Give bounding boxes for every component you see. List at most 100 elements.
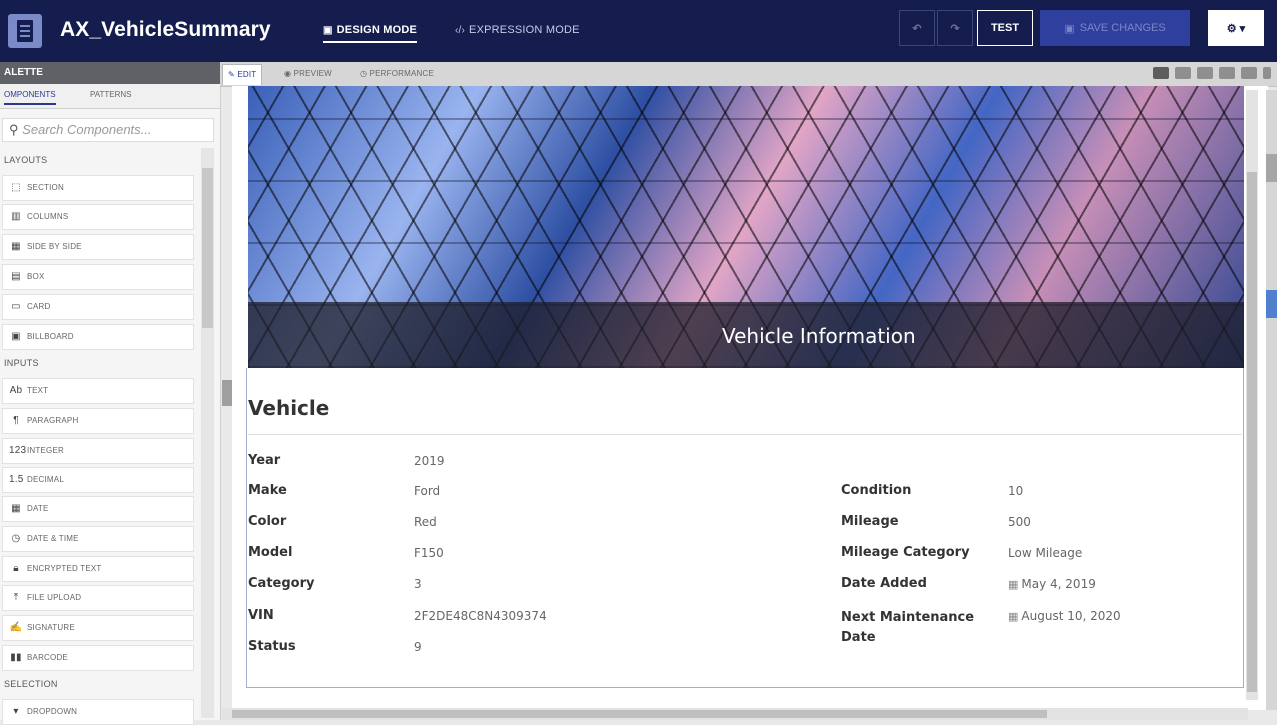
section-layouts: LAYOUTS <box>4 155 48 165</box>
palette-item-signature[interactable]: ✍ SIGNATURE <box>2 615 194 641</box>
tab-edit[interactable]: ✎ EDIT <box>222 64 263 85</box>
interface-canvas: Vehicle Information Vehicle Year 2019 Ma… <box>232 86 1268 710</box>
palette-collapse-handle[interactable] <box>222 380 232 406</box>
lock-icon: 🔒︎ <box>13 563 19 574</box>
section-divider <box>248 434 1242 435</box>
grid-icon[interactable] <box>1153 67 1169 79</box>
gear-icon: ⚙ ▾ <box>1226 22 1246 35</box>
clock-icon: ◷ <box>360 69 370 78</box>
tablet-icon[interactable] <box>1241 67 1257 79</box>
undo-button[interactable]: ↶ <box>899 10 935 46</box>
palette-scrollbar[interactable] <box>201 148 214 718</box>
header-bar: AX_VehicleSummary ▣ DESIGN MODE ‹/› EXPRES… <box>0 0 1277 62</box>
year-label: Year <box>248 453 281 468</box>
palette-scroll-thumb[interactable] <box>202 168 213 328</box>
canvas-horizontal-scroll-thumb[interactable] <box>232 710 1047 718</box>
palette-item-card[interactable]: ▭ CARD <box>2 294 194 320</box>
monitor-icon[interactable] <box>1219 67 1235 79</box>
color-value: Red <box>414 515 437 529</box>
save-changes-button[interactable]: ▣ SAVE CHANGES <box>1040 10 1190 46</box>
date-added-value: ▦ May 4, 2019 <box>1008 577 1096 591</box>
card-icon: ▭ <box>11 301 21 312</box>
status-value: 9 <box>414 640 422 654</box>
edit-icon: ✎ <box>228 70 238 79</box>
columns-icon: ▥ <box>11 211 21 222</box>
right-panel-strip <box>1266 90 1277 710</box>
box-icon: ▤ <box>11 271 21 282</box>
right-panel-tab[interactable] <box>1266 154 1277 182</box>
palette-item-side-by-side[interactable]: ▦ SIDE BY SIDE <box>2 234 194 260</box>
section-selection: SELECTION <box>4 679 58 689</box>
settings-button[interactable]: ⚙ ▾ <box>1208 10 1264 46</box>
make-label: Make <box>248 483 287 498</box>
expression-mode-tab[interactable]: ‹/› EXPRESSION MODE <box>455 24 580 36</box>
integer-icon: 123 <box>9 445 27 456</box>
calendar-icon: ▦ <box>1008 578 1019 591</box>
code-icon: ‹/› <box>455 25 466 36</box>
date-time-icon: ◷ <box>11 533 21 544</box>
eye-icon: ◉ <box>284 69 294 78</box>
palette-item-file-upload[interactable]: ⤒ FILE UPLOAD <box>2 585 194 611</box>
vehicle-section <box>246 368 1244 688</box>
section-inputs: INPUTS <box>4 358 39 368</box>
redo-button[interactable]: ↷ <box>937 10 973 46</box>
section-icon: ⬚ <box>11 182 21 193</box>
canvas-toolbar: ✎ EDIT ◉ PREVIEW ◷ PERFORMANCE <box>220 62 1277 87</box>
palette-item-decimal[interactable]: 1.5 DECIMAL <box>2 467 194 493</box>
mileage-category-label: Mileage Category <box>841 545 970 560</box>
next-maintenance-date-value: ▦ August 10, 2020 <box>1008 609 1121 623</box>
status-label: Status <box>248 639 296 654</box>
decimal-icon: 1.5 <box>9 474 24 485</box>
side-by-side-icon: ▦ <box>11 241 21 252</box>
design-icon: ▣ <box>323 25 333 36</box>
category-value: 3 <box>414 577 422 591</box>
date-added-label: Date Added <box>841 576 927 591</box>
date-icon: ▦ <box>11 503 21 514</box>
palette-item-section[interactable]: ⬚ SECTION <box>2 175 194 201</box>
palette-item-dropdown[interactable]: ▾ DROPDOWN <box>2 699 194 725</box>
canvas-vertical-scrollbar[interactable] <box>1246 90 1258 700</box>
palette-item-encrypted-text[interactable]: 🔒︎ ENCRYPTED TEXT <box>2 556 194 582</box>
tab-preview[interactable]: ◉ PREVIEW <box>284 69 332 78</box>
laptop-icon[interactable] <box>1197 67 1213 79</box>
condition-value: 10 <box>1008 484 1024 498</box>
section-title: Vehicle <box>248 396 330 420</box>
model-label: Model <box>248 545 293 560</box>
app-title: AX_VehicleSummary <box>60 18 271 41</box>
tab-components[interactable]: OMPONENTS <box>4 90 56 105</box>
billboard-icon: ▣ <box>11 331 21 342</box>
palette-item-barcode[interactable]: ▮▮ BARCODE <box>2 645 194 671</box>
redo-icon: ↷ <box>950 22 960 35</box>
category-label: Category <box>248 576 315 591</box>
canvas-vertical-scroll-thumb[interactable] <box>1247 172 1257 692</box>
palette-item-paragraph[interactable]: ¶ PARAGRAPH <box>2 408 194 434</box>
mileage-category-value: Low Mileage <box>1008 546 1083 560</box>
tab-performance[interactable]: ◷ PERFORMANCE <box>360 69 434 78</box>
palette-item-box[interactable]: ▤ BOX <box>2 264 194 290</box>
color-label: Color <box>248 514 287 529</box>
test-button[interactable]: TEST <box>977 10 1033 46</box>
desktop-icon[interactable] <box>1175 67 1191 79</box>
palette-item-date[interactable]: ▦ DATE <box>2 496 194 522</box>
vin-value: 2F2DE48C8N4309374 <box>414 609 547 623</box>
right-panel-tab-active[interactable] <box>1266 290 1277 318</box>
make-value: Ford <box>414 484 441 498</box>
palette-item-text[interactable]: Ab TEXT <box>2 378 194 404</box>
calendar-icon: ▦ <box>1008 610 1019 623</box>
search-icon: ⚲ <box>9 122 19 137</box>
palette-item-billboard[interactable]: ▣ BILLBOARD <box>2 324 194 350</box>
canvas-horizontal-scrollbar[interactable] <box>222 708 1248 720</box>
search-components-input[interactable]: ⚲ Search Components... <box>2 118 214 142</box>
dropdown-icon: ▾ <box>13 706 19 717</box>
palette-item-columns[interactable]: ▥ COLUMNS <box>2 204 194 230</box>
phone-icon[interactable] <box>1263 67 1271 79</box>
year-value: 2019 <box>414 454 445 468</box>
undo-icon: ↶ <box>912 22 922 35</box>
tab-patterns[interactable]: PATTERNS <box>90 90 131 99</box>
palette-item-integer[interactable]: 123INTEGER <box>2 438 194 464</box>
save-icon: ▣ <box>1064 22 1075 35</box>
palette-item-date-time[interactable]: ◷ DATE & TIME <box>2 526 194 552</box>
vin-label: VIN <box>248 608 274 623</box>
barcode-icon: ▮▮ <box>10 652 22 663</box>
design-mode-tab[interactable]: ▣ DESIGN MODE <box>323 24 418 43</box>
